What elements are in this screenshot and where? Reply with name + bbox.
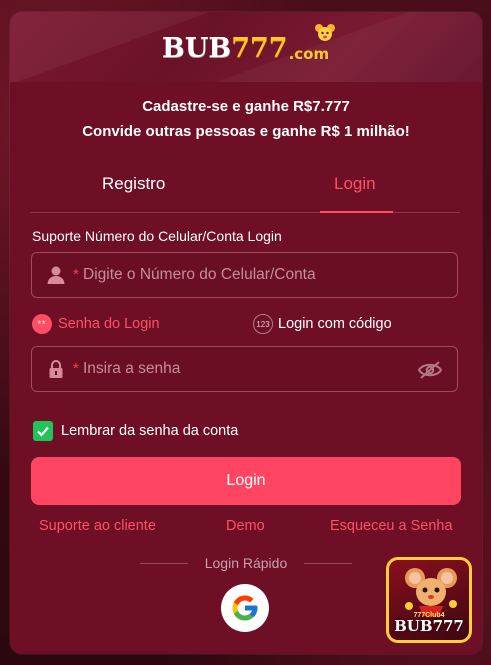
login-button[interactable]: Login: [31, 457, 461, 505]
logo-text: BUB: [162, 32, 232, 64]
logo-digits: 777: [231, 32, 288, 64]
remember-label: Lembrar da senha da conta: [61, 423, 239, 439]
promo-line-1: Cadastre-se e ganhe R$7.777: [142, 98, 350, 115]
password-input[interactable]: * Insira a senha: [31, 346, 458, 392]
login-mode-code-label: Login com código: [278, 316, 392, 332]
login-mode-password[interactable]: ** Senha do Login: [32, 314, 160, 334]
support-link[interactable]: Suporte ao cliente: [39, 518, 156, 534]
account-field-label: Suporte Número do Celular/Conta Login: [32, 228, 282, 244]
google-icon: [232, 595, 258, 621]
tab-registro[interactable]: Registro: [102, 174, 165, 194]
password-mode-badge: **: [32, 314, 52, 334]
remember-password[interactable]: Lembrar da senha da conta: [33, 421, 238, 441]
code-mode-badge: 123: [253, 314, 273, 334]
divider-right: [304, 563, 352, 564]
login-mode-code[interactable]: 123 Login com código: [253, 314, 392, 334]
remember-checkbox[interactable]: [33, 421, 53, 441]
google-login-button[interactable]: [221, 584, 269, 632]
account-input[interactable]: * Digite o Número do Celular/Conta: [31, 252, 458, 298]
brand-logo: BUB 777 .com: [162, 24, 335, 68]
modal-header: BUB 777 .com: [10, 12, 482, 82]
password-placeholder: Insira a senha: [83, 360, 181, 377]
account-placeholder: Digite o Número do Celular/Conta: [83, 266, 316, 283]
mouse-mascot-icon: [315, 24, 335, 41]
forgot-password-link[interactable]: Esqueceu a Senha: [330, 518, 453, 534]
active-tab-indicator: [320, 211, 393, 213]
login-mode-password-label: Senha do Login: [58, 316, 160, 332]
promo-line-2: Convide outras pessoas e ganhe R$ 1 milh…: [82, 123, 410, 140]
user-icon: [47, 266, 65, 284]
demo-link[interactable]: Demo: [226, 518, 265, 534]
checkmark-icon: [37, 426, 49, 437]
required-mark: *: [73, 360, 79, 377]
required-mark: *: [73, 266, 79, 283]
mouse-mascot-icon: [405, 568, 457, 616]
eye-hidden-icon[interactable]: [417, 359, 443, 381]
auth-tabs: Registro Login: [30, 162, 460, 213]
app-badge-label: BUB777: [394, 617, 464, 635]
app-download-badge[interactable]: 777Club4 BUB777: [386, 557, 472, 643]
lock-icon: [49, 360, 63, 378]
logo-suffix: .com: [288, 45, 330, 63]
tab-login[interactable]: Login: [334, 174, 376, 194]
